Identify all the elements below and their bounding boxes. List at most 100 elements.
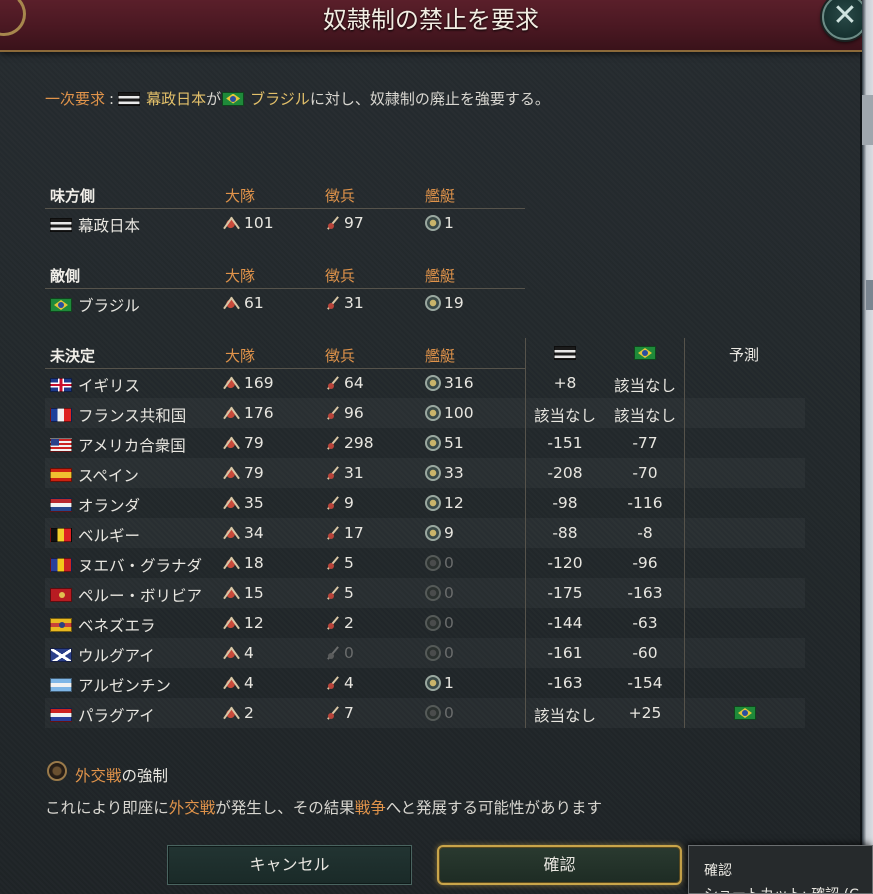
conscript-icon	[325, 615, 341, 631]
allies-heading: 味方側	[50, 187, 96, 205]
shogunate-attitude-cell: -120	[547, 554, 583, 572]
army-value: 15	[244, 584, 264, 602]
diplomatic-play-radio[interactable]	[47, 761, 67, 781]
requirement-prefix: 一次要求	[45, 90, 106, 108]
country-name[interactable]: フランス共和国	[78, 404, 186, 426]
desc-part-3: へと発展する可能性があります	[385, 799, 602, 817]
conscripts-value: 4	[344, 674, 354, 692]
col-conscripts: 徴兵	[325, 347, 356, 365]
army-value: 176	[244, 404, 274, 422]
diplomatic-play-term: 外交戦	[75, 767, 122, 785]
country-name-cell[interactable]: フランス共和国	[50, 404, 186, 426]
requirement-target[interactable]: ブラジル	[250, 88, 310, 109]
conscripts-value: 7	[344, 704, 354, 722]
country-name[interactable]: ベルギー	[78, 524, 140, 546]
country-name[interactable]: 幕政日本	[78, 214, 140, 236]
diplomatic-play-rest: の強制	[121, 767, 169, 785]
army-cell: 15	[225, 584, 264, 602]
country-name[interactable]: ベネズエラ	[78, 614, 156, 636]
warship-icon	[425, 435, 441, 451]
ships-value: 1	[444, 214, 454, 232]
shogunate-attitude-cell: -175	[547, 584, 583, 602]
brazil-attitude-cell: -116	[627, 494, 663, 512]
country-name-cell[interactable]: スペイン	[50, 464, 139, 486]
conscripts-cell: 298	[325, 434, 374, 452]
shogunate-column-flag-icon	[554, 346, 576, 360]
shogunate-attitude-cell: 該当なし	[533, 707, 596, 725]
country-name[interactable]: アメリカ合衆国	[78, 434, 186, 456]
title-bar: 奴隷制の禁止を要求	[0, 0, 862, 52]
conscripts-cell: 9	[325, 494, 354, 512]
country-name[interactable]: ヌエバ・グラナダ	[78, 554, 202, 576]
table-row: ベルギー 34 17 9 -88 -8	[45, 518, 805, 548]
country-name[interactable]: パラグアイ	[78, 704, 155, 726]
conscripts-cell: 7	[325, 704, 354, 722]
col-ships: 艦艇	[425, 187, 456, 205]
brazil-attitude-cell: -77	[632, 434, 658, 452]
country-name-cell[interactable]: パラグアイ	[50, 704, 155, 726]
requirement-actor[interactable]: 幕政日本	[146, 88, 206, 109]
country-name-cell[interactable]: オランダ	[50, 494, 140, 516]
warship-icon	[425, 585, 441, 601]
col-conscripts: 徴兵	[325, 267, 356, 285]
ve-flag-icon	[50, 618, 72, 632]
confirm-button[interactable]: 確認	[437, 845, 682, 885]
country-name-cell[interactable]: ブラジル	[50, 294, 140, 316]
country-name[interactable]: オランダ	[78, 494, 140, 516]
desc-term-diplomatic-play: 外交戦	[168, 799, 216, 817]
diplomatic-play-label[interactable]: 外交戦の強制	[75, 764, 168, 786]
brazil-attitude-cell: -70	[632, 464, 658, 482]
ships-value: 19	[444, 294, 464, 312]
country-name[interactable]: スペイン	[78, 464, 139, 486]
army-cell: 35	[225, 494, 264, 512]
army-value: 79	[244, 434, 264, 452]
country-name-cell[interactable]: イギリス	[50, 374, 140, 396]
country-name-cell[interactable]: アメリカ合衆国	[50, 434, 186, 456]
ships-value: 0	[444, 584, 454, 602]
conscript-icon	[325, 525, 341, 541]
brazil-attitude-cell: -8	[637, 524, 653, 542]
army-cell: 34	[225, 524, 264, 542]
uk-flag-icon	[50, 378, 72, 392]
battalion-icon	[225, 405, 241, 421]
army-cell: 61	[225, 294, 264, 312]
map-background	[862, 0, 873, 894]
warship-icon	[425, 525, 441, 541]
ships-value: 33	[444, 464, 464, 482]
country-name[interactable]: ウルグアイ	[78, 644, 155, 666]
conscript-icon	[325, 215, 341, 231]
country-name-cell[interactable]: ウルグアイ	[50, 644, 155, 666]
requirement-particle: が	[206, 90, 222, 108]
conscripts-value: 17	[344, 524, 364, 542]
battalion-icon	[225, 675, 241, 691]
conscripts-value: 31	[344, 464, 364, 482]
country-name-cell[interactable]: ペルー・ボリビア	[50, 584, 202, 606]
cancel-button[interactable]: キャンセル	[167, 845, 412, 885]
col-army: 大隊	[225, 347, 256, 365]
country-name[interactable]: イギリス	[78, 374, 140, 396]
country-name-cell[interactable]: ベネズエラ	[50, 614, 156, 636]
country-name[interactable]: アルゼンチン	[78, 674, 171, 696]
country-name-cell[interactable]: アルゼンチン	[50, 674, 171, 696]
country-name-cell[interactable]: ベルギー	[50, 524, 140, 546]
battalion-icon	[225, 525, 241, 541]
ships-value: 9	[444, 524, 454, 542]
diplomatic-play-description: これにより即座に外交戦が発生し、その結果戦争へと発展する可能性があります	[45, 796, 602, 818]
table-row: ペルー・ボリビア 15 5 0 -175 -163	[45, 578, 805, 608]
country-name-cell[interactable]: 幕政日本	[50, 214, 140, 236]
country-name-cell[interactable]: ヌエバ・グラナダ	[50, 554, 202, 576]
prediction-brazil-flag-icon	[734, 706, 756, 720]
army-value: 2	[244, 704, 254, 722]
country-name[interactable]: ブラジル	[78, 294, 140, 316]
table-row: オランダ 35 9 12 -98 -116	[45, 488, 805, 518]
conscripts-cell: 31	[325, 464, 364, 482]
nl-flag-icon	[50, 498, 72, 512]
conscripts-cell: 5	[325, 554, 354, 572]
army-cell: 4	[225, 674, 254, 692]
conscript-icon	[325, 645, 341, 661]
es-flag-icon	[50, 468, 72, 482]
col-prediction: 予測	[729, 346, 760, 364]
country-name[interactable]: ペルー・ボリビア	[78, 584, 202, 606]
conscripts-value: 31	[344, 294, 364, 312]
ng-flag-icon	[50, 558, 72, 572]
